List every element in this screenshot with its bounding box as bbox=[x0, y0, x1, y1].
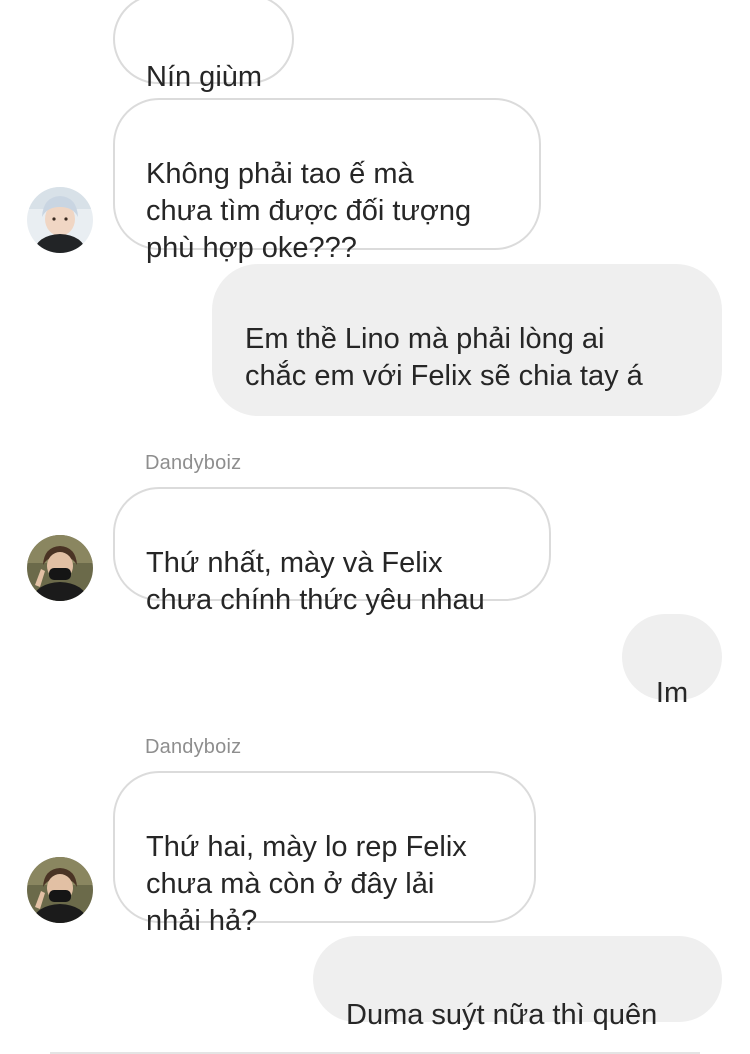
sender-name-label: Dandyboiz bbox=[145, 736, 242, 758]
avatar-sender-dandyboiz[interactable] bbox=[27, 857, 93, 923]
message-text: Em thề Lino mà phải lòng ai chắc em với … bbox=[245, 323, 643, 392]
message-bubble-incoming[interactable]: Nín giùm bbox=[113, 0, 295, 170]
message-text: Duma suýt nữa thì quên bbox=[346, 999, 658, 1031]
message-text: Im bbox=[655, 677, 689, 709]
message-bubble-outgoing[interactable]: Em thề Lino mà phải lòng ai chắc em với … bbox=[212, 264, 722, 543]
message-bubble-outgoing[interactable]: Duma suýt nữa thì quên bbox=[313, 936, 722, 1031]
message-text: Thứ hai, mày lo rep Felix chưa mà còn ở … bbox=[146, 831, 467, 937]
message-text: Nín giùm bbox=[146, 61, 263, 93]
message-text: Không phải tao ế mà chưa tìm được đối tư… bbox=[146, 158, 472, 264]
sender-name-label: Dandyboiz bbox=[145, 452, 242, 474]
avatar-sender-1[interactable] bbox=[27, 187, 93, 253]
message-bubble-outgoing[interactable]: Im bbox=[622, 614, 722, 709]
avatar-sender-dandyboiz[interactable] bbox=[27, 535, 93, 601]
message-bubble-incoming[interactable]: Thứ hai, mày lo rep Felix chưa mà còn ở … bbox=[113, 771, 536, 937]
message-bubble-incoming[interactable]: Không phải tao ế mà chưa tìm được đối tư… bbox=[113, 98, 541, 264]
message-text: Thứ nhất, mày và Felix chưa chính thức y… bbox=[146, 547, 485, 616]
message-bubble-incoming[interactable]: Thứ nhất, mày và Felix chưa chính thức y… bbox=[113, 487, 551, 616]
